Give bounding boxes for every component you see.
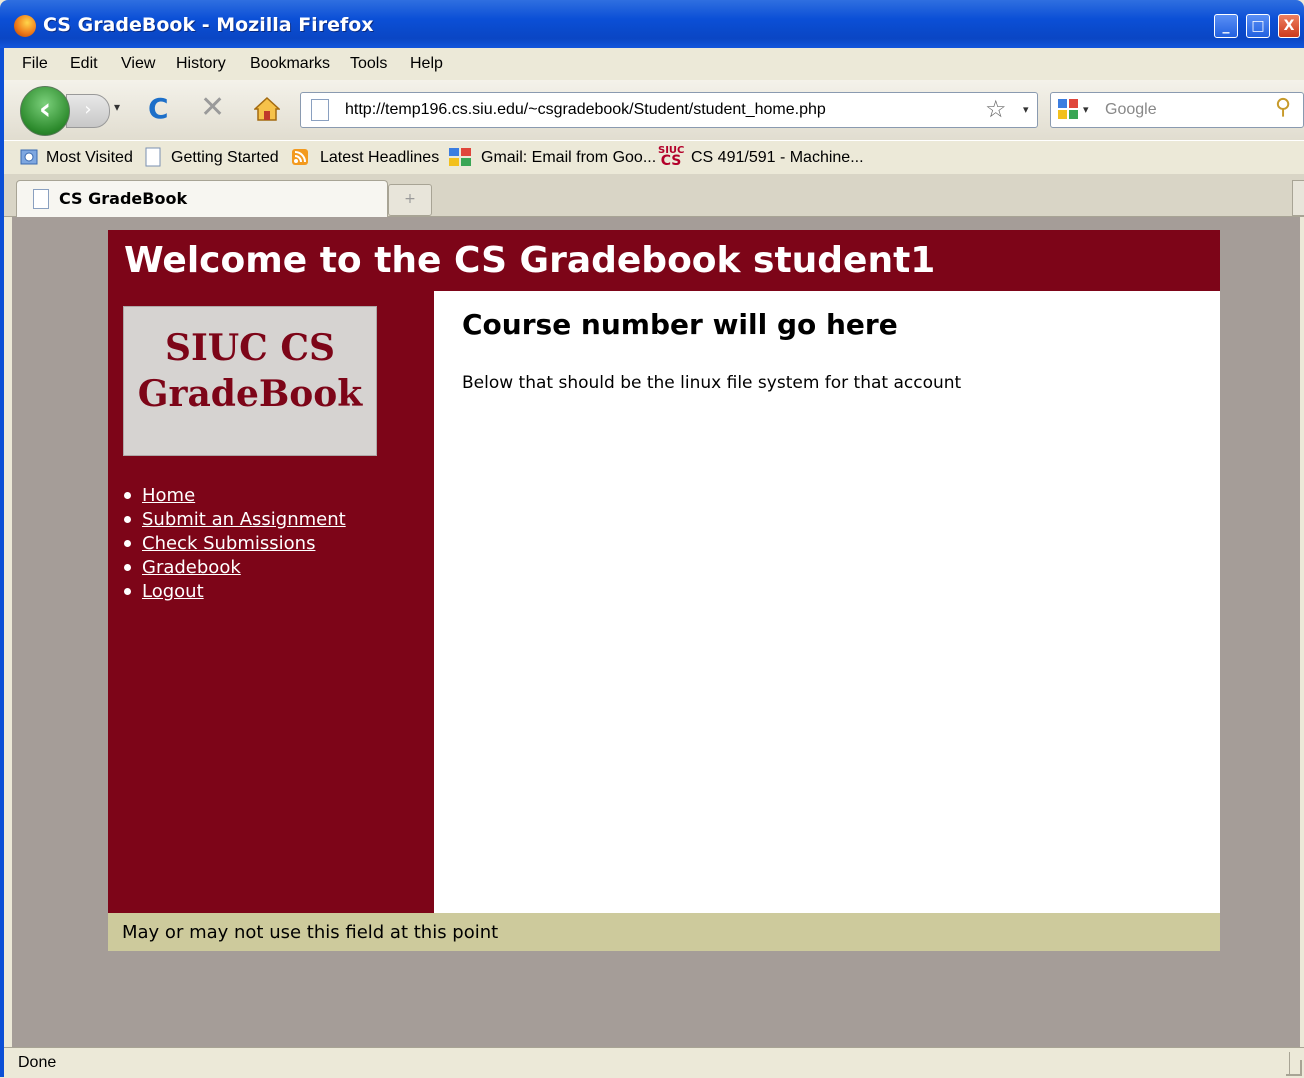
google-icon[interactable] bbox=[1057, 98, 1079, 120]
gradebook-site: Welcome to the CS Gradebook student1 SIU… bbox=[108, 230, 1220, 952]
course-heading: Course number will go here bbox=[462, 308, 898, 341]
window-titlebar: CS GradeBook - Mozilla Firefox _ □ X bbox=[0, 0, 1304, 48]
bookmarks-toolbar: Most Visited Getting Started Latest Head… bbox=[4, 140, 1304, 175]
window-title: CS GradeBook - Mozilla Firefox bbox=[43, 14, 374, 36]
search-icon[interactable]: ⚲ bbox=[1275, 95, 1291, 120]
menu-view[interactable]: View bbox=[121, 55, 155, 73]
bookmark-most-visited[interactable]: Most Visited bbox=[46, 149, 133, 167]
tab-label: CS GradeBook bbox=[59, 189, 188, 208]
bookmark-gmail[interactable]: Gmail: Email from Goo... bbox=[481, 149, 656, 167]
siuc-cs-icon: SIUC CS bbox=[658, 145, 684, 171]
logo-line-2: GradeBook bbox=[137, 373, 363, 415]
page-viewport: Welcome to the CS Gradebook student1 SIU… bbox=[12, 217, 1300, 1047]
menu-file[interactable]: File bbox=[22, 55, 48, 73]
nav-link-submit-assignment[interactable]: Submit an Assignment bbox=[142, 509, 346, 530]
firefox-icon bbox=[14, 15, 36, 37]
page-icon bbox=[311, 99, 329, 121]
smart-folder-icon bbox=[20, 149, 38, 165]
main-content: Course number will go here Below that sh… bbox=[434, 291, 1220, 913]
url-bar[interactable]: http://temp196.cs.siu.edu/~csgradebook/S… bbox=[300, 92, 1038, 128]
site-logo: SIUC CS GradeBook bbox=[123, 306, 377, 456]
menu-edit[interactable]: Edit bbox=[70, 55, 98, 73]
nav-link-logout[interactable]: Logout bbox=[142, 581, 204, 602]
bookmark-latest-headlines[interactable]: Latest Headlines bbox=[320, 149, 439, 167]
bookmark-getting-started[interactable]: Getting Started bbox=[171, 149, 279, 167]
page-title: Welcome to the CS Gradebook student1 bbox=[124, 240, 936, 281]
menu-bookmarks[interactable]: Bookmarks bbox=[250, 55, 330, 73]
sidebar-item-logout: Logout bbox=[122, 581, 346, 605]
status-text: Done bbox=[18, 1054, 57, 1071]
site-header: Welcome to the CS Gradebook student1 bbox=[108, 230, 1220, 291]
menu-history[interactable]: History bbox=[176, 55, 226, 73]
new-tab-button[interactable]: + bbox=[388, 184, 432, 216]
footer-text: May or may not use this field at this po… bbox=[122, 922, 499, 943]
back-button[interactable]: ‹ bbox=[20, 86, 70, 136]
main-description: Below that should be the linux file syst… bbox=[462, 373, 962, 393]
sidebar-item-home: Home bbox=[122, 485, 346, 509]
home-icon[interactable] bbox=[254, 96, 280, 122]
maximize-button[interactable]: □ bbox=[1246, 14, 1270, 38]
sidebar-item-gradebook: Gradebook bbox=[122, 557, 346, 581]
nav-link-home[interactable]: Home bbox=[142, 485, 195, 506]
forward-button[interactable]: › bbox=[66, 94, 110, 128]
search-engine-dropdown-icon[interactable]: ▾ bbox=[1083, 103, 1089, 116]
bookmark-cs-491[interactable]: CS 491/591 - Machine... bbox=[691, 149, 864, 167]
url-text[interactable]: http://temp196.cs.siu.edu/~csgradebook/S… bbox=[345, 101, 826, 119]
page-icon bbox=[145, 147, 161, 167]
search-box[interactable]: ▾ Google ⚲ bbox=[1050, 92, 1304, 128]
sidebar-item-check: Check Submissions bbox=[122, 533, 346, 557]
siuc-icon-text-bottom: CS bbox=[660, 153, 682, 169]
menu-help[interactable]: Help bbox=[410, 55, 443, 73]
nav-link-check-submissions[interactable]: Check Submissions bbox=[142, 533, 315, 554]
google-icon bbox=[449, 148, 471, 166]
navigation-toolbar: › ‹ ▾ C ✕ http://temp196.cs.siu.edu/~csg… bbox=[4, 80, 1304, 140]
close-window-button[interactable]: X bbox=[1278, 14, 1300, 38]
tab-bar: CS GradeBook + bbox=[4, 174, 1304, 217]
resize-grip-icon[interactable] bbox=[1286, 1060, 1302, 1076]
tab-cs-gradebook[interactable]: CS GradeBook bbox=[16, 180, 388, 217]
reload-button[interactable]: C bbox=[148, 92, 169, 125]
menubar: File Edit View History Bookmarks Tools H… bbox=[4, 48, 1304, 80]
logo-line-1: SIUC CS bbox=[164, 327, 336, 369]
url-dropdown-icon[interactable]: ▾ bbox=[1023, 103, 1029, 116]
sidebar-item-submit: Submit an Assignment bbox=[122, 509, 346, 533]
menu-tools[interactable]: Tools bbox=[350, 55, 387, 73]
nav-link-gradebook[interactable]: Gradebook bbox=[142, 557, 241, 578]
site-footer: May or may not use this field at this po… bbox=[108, 913, 1220, 951]
tab-list-button[interactable] bbox=[1292, 180, 1304, 216]
history-dropdown-icon[interactable]: ▾ bbox=[114, 100, 120, 114]
sidebar-nav: Home Submit an Assignment Check Submissi… bbox=[122, 485, 346, 605]
page-icon bbox=[33, 189, 49, 209]
rss-icon bbox=[292, 149, 308, 165]
minimize-button[interactable]: _ bbox=[1214, 14, 1238, 38]
search-input[interactable]: Google bbox=[1105, 101, 1157, 119]
bookmark-star-icon[interactable]: ☆ bbox=[985, 95, 1007, 123]
status-bar: Done bbox=[4, 1047, 1304, 1078]
stop-button[interactable]: ✕ bbox=[200, 90, 225, 125]
sidebar: SIUC CS GradeBook Home Submit an Assignm… bbox=[108, 291, 434, 913]
